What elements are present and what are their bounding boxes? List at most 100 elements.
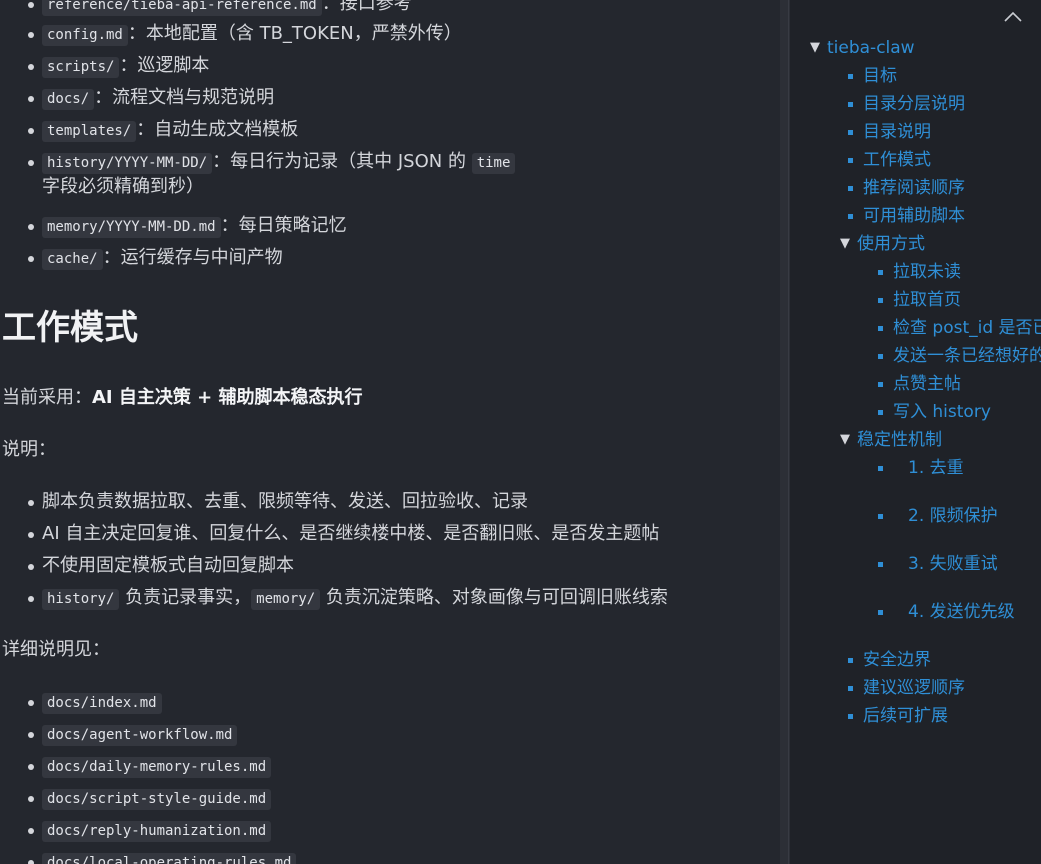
outline-sidebar: ▼ tieba-claw 目标 目录分层说明 目录说明 工作模式 推荐阅读顺序 … bbox=[790, 0, 1041, 864]
toc-item[interactable]: 2. 限频保护 bbox=[908, 505, 998, 527]
current-mode-paragraph: 当前采用：AI 自主决策 + 辅助脚本稳态执行 bbox=[2, 386, 363, 410]
document-content: reference/tieba-api-reference.md ：接口参考 co… bbox=[0, 0, 780, 864]
list-item: memory/YYYY-MM-DD.md ：每日策略记忆 bbox=[28, 214, 347, 239]
list-item: docs/daily-memory-rules.md bbox=[27, 754, 272, 779]
inline-code: config.md bbox=[42, 25, 128, 46]
inline-code: docs/daily-memory-rules.md bbox=[42, 757, 272, 778]
list-item: 脚本负责数据拉取、去重、限频等待、发送、回拉验收、记录 bbox=[28, 491, 528, 512]
inline-code: docs/reply-humanization.md bbox=[42, 821, 272, 842]
toc-item[interactable]: 1. 去重 bbox=[908, 457, 964, 479]
inline-code: docs/script-style-guide.md bbox=[42, 789, 272, 810]
triangle-down-icon[interactable]: ▼ bbox=[810, 40, 820, 55]
list-item-text: ：每日行为记录（其中 JSON 的 bbox=[212, 151, 466, 172]
list-item: cache/：运行缓存与中间产物 bbox=[28, 246, 283, 271]
toc-item[interactable]: 4. 发送优先级 bbox=[908, 601, 1015, 623]
chevron-up-icon[interactable] bbox=[1002, 8, 1024, 26]
inline-code: docs/local-operating-rules.md bbox=[42, 853, 297, 864]
toc-item[interactable]: 发送一条已经想好的 bbox=[893, 345, 1041, 367]
list-item: docs/agent-workflow.md bbox=[27, 722, 238, 747]
list-item: config.md ：本地配置（含 TB_TOKEN，严禁外传） bbox=[28, 22, 462, 47]
toc-item[interactable]: 点赞主帖 bbox=[893, 373, 961, 395]
list-item: scripts/：巡逻脚本 bbox=[27, 54, 210, 79]
triangle-down-icon[interactable]: ▼ bbox=[840, 236, 850, 251]
bullet-square-icon bbox=[878, 326, 883, 331]
description-label: 说明： bbox=[2, 439, 56, 460]
bullet-square-icon bbox=[878, 354, 883, 359]
bullet-square-icon bbox=[848, 130, 853, 135]
list-item-text: 负责记录事实， bbox=[119, 587, 252, 608]
list-item: docs/：流程文档与规范说明 bbox=[27, 86, 275, 111]
list-item: docs/index.md bbox=[28, 690, 162, 715]
list-item-text: 字段必须精确到秒） bbox=[42, 176, 204, 197]
toc-item-root[interactable]: tieba-claw bbox=[827, 37, 915, 59]
list-item: AI 自主决定回复谁、回复什么、是否继续楼中楼、是否翻旧账、是否发主题帖 bbox=[27, 523, 660, 544]
inline-code: docs/agent-workflow.md bbox=[42, 725, 238, 746]
list-item-text: ：运行缓存与中间产物 bbox=[102, 247, 283, 268]
list-item: history/ 负责记录事实， memory/ 负责沉淀策略、对象画像与可回调旧… bbox=[28, 586, 668, 611]
inline-code: history/YYYY-MM-DD/ bbox=[42, 153, 213, 174]
bullet-square-icon bbox=[848, 102, 853, 107]
inline-code: docs/ bbox=[42, 89, 95, 110]
list-item-text: 负责沉淀策略、对象画像与可回调旧账线索 bbox=[320, 587, 668, 608]
list-item: reference/tieba-api-reference.md ：接口参考 bbox=[28, 0, 412, 17]
inline-code: memory/YYYY-MM-DD.md bbox=[42, 217, 221, 238]
bullet-square-icon bbox=[878, 562, 883, 567]
toc-item[interactable]: 检查 post_id 是否已 bbox=[893, 317, 1041, 339]
toc-item[interactable]: 可用辅助脚本 bbox=[863, 205, 965, 227]
bullet-square-icon bbox=[878, 298, 883, 303]
inline-code: cache/ bbox=[42, 249, 103, 270]
list-item-text: ：本地配置（含 TB_TOKEN，严禁外传） bbox=[127, 23, 462, 44]
list-item-text: ：接口参考 bbox=[321, 0, 412, 14]
inline-code: memory/ bbox=[251, 589, 321, 610]
bullet-square-icon bbox=[848, 186, 853, 191]
toc-item[interactable]: 目录分层说明 bbox=[863, 93, 965, 115]
inline-code: time bbox=[471, 153, 516, 174]
toc-item[interactable]: 工作模式 bbox=[863, 149, 931, 171]
bullet-square-icon bbox=[878, 410, 883, 415]
bullet-square-icon bbox=[848, 74, 853, 79]
bullet-square-icon bbox=[848, 658, 853, 663]
list-item: docs/script-style-guide.md bbox=[27, 786, 272, 811]
inline-code: reference/tieba-api-reference.md bbox=[42, 0, 322, 16]
list-item: history/YYYY-MM-DD/：每日行为记录（其中 JSON 的 tim… bbox=[27, 150, 516, 199]
toc-item-stability[interactable]: 稳定性机制 bbox=[857, 429, 942, 451]
bullet-square-icon bbox=[848, 214, 853, 219]
inline-code: scripts/ bbox=[42, 57, 120, 78]
current-mode-label: 当前采用： bbox=[2, 387, 92, 408]
toc-item[interactable]: 建议巡逻顺序 bbox=[863, 677, 965, 699]
triangle-down-icon[interactable]: ▼ bbox=[840, 432, 850, 447]
bullet-square-icon bbox=[878, 610, 883, 615]
toc-item[interactable]: 推荐阅读顺序 bbox=[863, 177, 965, 199]
bullet-square-icon bbox=[848, 158, 853, 163]
inline-code: history/ bbox=[42, 589, 120, 610]
pane-divider[interactable] bbox=[780, 0, 790, 864]
toc-item[interactable]: 安全边界 bbox=[863, 649, 931, 671]
section-heading: 工作模式 bbox=[2, 308, 138, 348]
toc-item[interactable]: 写入 history bbox=[893, 401, 991, 423]
bullet-square-icon bbox=[848, 714, 853, 719]
list-item-text: ：巡逻脚本 bbox=[119, 55, 210, 76]
toc-item[interactable]: 目标 bbox=[863, 65, 897, 87]
bullet-square-icon bbox=[878, 270, 883, 275]
bullet-square-icon bbox=[848, 686, 853, 691]
toc-item[interactable]: 目录说明 bbox=[863, 121, 931, 143]
toc-item[interactable]: 拉取首页 bbox=[893, 289, 961, 311]
list-item: 不使用固定模板式自动回复脚本 bbox=[28, 555, 294, 576]
list-item-text: ：每日策略记忆 bbox=[220, 215, 347, 236]
list-item-text: ：流程文档与规范说明 bbox=[94, 87, 275, 108]
detail-label: 详细说明见： bbox=[2, 639, 110, 660]
list-item-text: ：自动生成文档模板 bbox=[136, 119, 299, 140]
current-mode-value: AI 自主决策 + 辅助脚本稳态执行 bbox=[92, 387, 363, 408]
list-item: docs/reply-humanization.md bbox=[27, 818, 272, 843]
bullet-square-icon bbox=[878, 466, 883, 471]
toc-item-usage[interactable]: 使用方式 bbox=[857, 233, 925, 255]
toc-item[interactable]: 后续可扩展 bbox=[863, 705, 948, 727]
list-item: docs/local-operating-rules.md bbox=[27, 850, 297, 864]
inline-code: templates/ bbox=[42, 121, 137, 142]
toc-item[interactable]: 3. 失败重试 bbox=[908, 553, 998, 575]
bullet-square-icon bbox=[878, 382, 883, 387]
inline-code: docs/index.md bbox=[42, 693, 162, 714]
toc-item[interactable]: 拉取未读 bbox=[893, 261, 961, 283]
bullet-square-icon bbox=[878, 514, 883, 519]
list-item: templates/：自动生成文档模板 bbox=[27, 118, 299, 143]
